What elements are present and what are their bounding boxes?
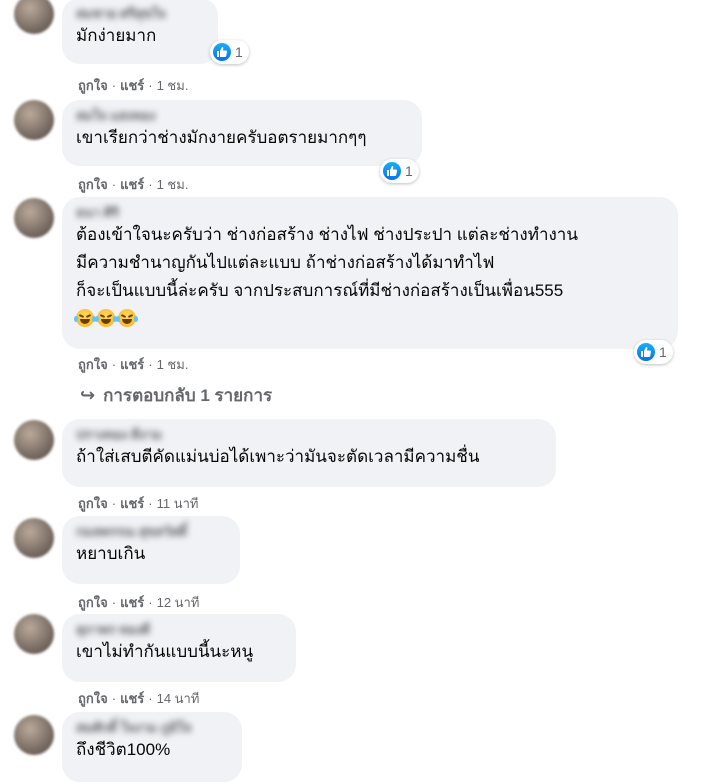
comment-bubble: สมใจ แสงทอง เขาเรียกว่าช่างมักงายครับอตร…: [62, 100, 422, 166]
separator: ·: [148, 496, 153, 511]
like-icon: [637, 343, 655, 361]
commenter-name[interactable]: สมใจ แสงทอง: [76, 108, 408, 124]
comment-bubble: กมลพรรณ สุขสวัสดิ์ หยาบเกิน: [62, 516, 240, 584]
separator: ·: [111, 177, 117, 192]
commenter-name[interactable]: สมชาย ศรีสุขใจ: [76, 6, 204, 22]
like-button[interactable]: ถูกใจ: [78, 496, 108, 511]
avatar[interactable]: [14, 715, 54, 755]
timestamp[interactable]: 1 ชม.: [157, 78, 189, 93]
reaction-count: 1: [405, 163, 413, 179]
comment-text: ถ้าใส่เสบตีคัดแม่นบ่อได้เพาะว่ามันจะตัดเ…: [76, 447, 480, 466]
like-button[interactable]: ถูกใจ: [78, 177, 108, 192]
comment-text: ต้องเข้าใจนะครับว่า ช่างก่อสร้าง ช่างไฟ …: [76, 225, 578, 300]
view-replies-link[interactable]: ↪ การตอบกลับ 1 รายการ: [80, 382, 272, 409]
separator: ·: [148, 177, 153, 192]
comment-text: เขาเรียกว่าช่างมักงายครับอตรายมากๆๆ: [76, 128, 367, 147]
comment-actions: ถูกใจ · แชร์ · 1 ชม.: [78, 354, 188, 375]
emoji-row: [74, 305, 664, 331]
reaction-count: 1: [235, 44, 243, 60]
reaction-badge[interactable]: 1: [210, 40, 249, 64]
commenter-name[interactable]: สมศักดิ์ ใจงาม ภูมิใจ: [76, 720, 228, 736]
reaction-count: 1: [659, 344, 667, 360]
share-button[interactable]: แชร์: [120, 691, 144, 706]
separator: ·: [148, 595, 153, 610]
like-button[interactable]: ถูกใจ: [78, 691, 108, 706]
comment-bubble: สมชาย ศรีสุขใจ มักง่ายมาก: [62, 0, 218, 64]
timestamp[interactable]: 1 ชม.: [157, 177, 189, 192]
laughing-tears-emoji-icon: [116, 308, 138, 327]
like-button[interactable]: ถูกใจ: [78, 78, 108, 93]
separator: ·: [111, 595, 117, 610]
share-button[interactable]: แชร์: [120, 496, 144, 511]
comment-bubble: ธนา ศิริ ต้องเข้าใจนะครับว่า ช่างก่อสร้า…: [62, 197, 678, 349]
comment-bubble: ปรางทอง ดีงาม ถ้าใส่เสบตีคัดแม่นบ่อได้เพ…: [62, 419, 556, 487]
like-icon: [383, 162, 401, 180]
avatar[interactable]: [14, 614, 54, 654]
comment-actions: ถูกใจ · แชร์ · 1 ชม.: [78, 174, 188, 195]
separator: ·: [148, 357, 153, 372]
comment-actions: ถูกใจ · แชร์ · 11 นาที: [78, 493, 198, 514]
avatar[interactable]: [14, 198, 54, 238]
comment-text: ถึงชีวิต100%: [76, 740, 171, 759]
timestamp[interactable]: 14 นาที: [157, 691, 200, 706]
comment-actions: ถูกใจ · แชร์ · 14 นาที: [78, 688, 199, 709]
timestamp[interactable]: 12 นาที: [157, 595, 200, 610]
separator: ·: [148, 691, 153, 706]
comment-actions: ถูกใจ · แชร์ · 12 นาที: [78, 592, 199, 613]
laughing-tears-emoji-icon: [95, 308, 117, 327]
comment-bubble: สุภาพร ทองดี เขาไม่ทำกันแบบนี้นะหนู: [62, 614, 296, 682]
timestamp[interactable]: 11 นาที: [157, 496, 199, 511]
separator: ·: [111, 691, 117, 706]
share-button[interactable]: แชร์: [120, 177, 144, 192]
comment-bubble: สมศักดิ์ ใจงาม ภูมิใจ ถึงชีวิต100%: [62, 712, 242, 782]
avatar[interactable]: [14, 420, 54, 460]
comment-actions: ถูกใจ · แชร์ · 1 ชม.: [78, 75, 188, 96]
timestamp[interactable]: 1 ชม.: [157, 357, 189, 372]
avatar[interactable]: [14, 518, 54, 558]
commenter-name[interactable]: กมลพรรณ สุขสวัสดิ์: [76, 524, 226, 540]
share-button[interactable]: แชร์: [120, 357, 144, 372]
reaction-badge[interactable]: 1: [634, 340, 673, 364]
separator: ·: [111, 357, 117, 372]
commenter-name[interactable]: ธนา ศิริ: [76, 205, 664, 221]
avatar[interactable]: [14, 0, 54, 34]
comment-text: หยาบเกิน: [76, 544, 146, 563]
avatar[interactable]: [14, 100, 54, 140]
reaction-badge[interactable]: 1: [380, 159, 419, 183]
share-button[interactable]: แชร์: [120, 78, 144, 93]
like-button[interactable]: ถูกใจ: [78, 357, 108, 372]
reply-arrow-icon: ↪: [80, 385, 96, 405]
like-button[interactable]: ถูกใจ: [78, 595, 108, 610]
comment-text: มักง่ายมาก: [76, 26, 157, 45]
replies-label: การตอบกลับ 1 รายการ: [103, 386, 273, 405]
comment-text: เขาไม่ทำกันแบบนี้นะหนู: [76, 642, 254, 661]
separator: ·: [111, 78, 117, 93]
laughing-tears-emoji-icon: [74, 308, 96, 327]
like-icon: [213, 43, 231, 61]
commenter-name[interactable]: ปรางทอง ดีงาม: [76, 427, 542, 443]
separator: ·: [148, 78, 153, 93]
separator: ·: [111, 496, 117, 511]
commenter-name[interactable]: สุภาพร ทองดี: [76, 622, 282, 638]
share-button[interactable]: แชร์: [120, 595, 144, 610]
